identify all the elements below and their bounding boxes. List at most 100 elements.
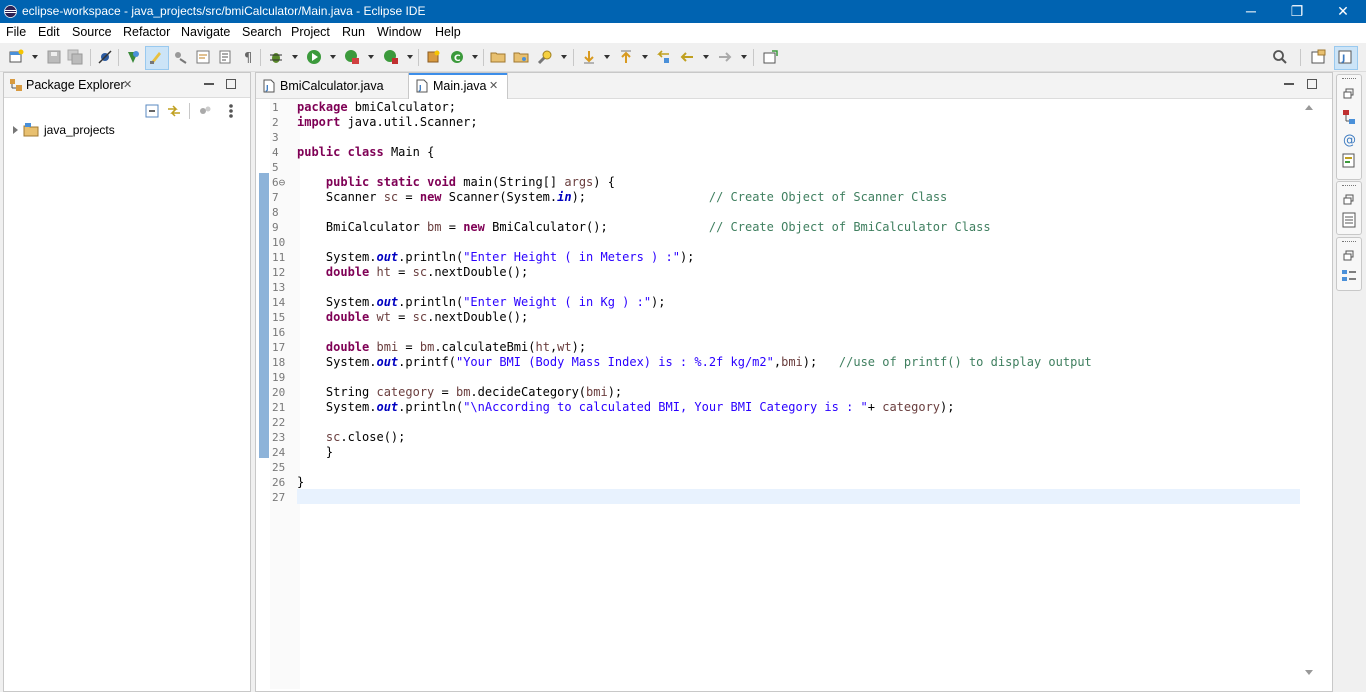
focus-on-active-task-icon[interactable] xyxy=(198,104,212,118)
search-dropdown-icon[interactable] xyxy=(561,55,567,59)
menu-source[interactable]: Source xyxy=(72,25,112,39)
expand-chevron-icon[interactable] xyxy=(13,126,18,134)
run-dropdown-icon[interactable] xyxy=(330,55,336,59)
new-java-class-icon[interactable]: C xyxy=(449,49,465,65)
save-all-icon[interactable] xyxy=(67,49,83,65)
line-number: 4 xyxy=(272,146,279,159)
debug-dropdown-icon[interactable] xyxy=(292,55,298,59)
pe-maximize-icon[interactable] xyxy=(226,79,236,89)
tab-main-java[interactable]: J Main.java ✕ xyxy=(408,73,508,99)
code-token: main(String[] xyxy=(456,175,565,189)
hierarchy-icon[interactable] xyxy=(1341,109,1357,125)
back-dropdown-icon[interactable] xyxy=(703,55,709,59)
code-token: bm xyxy=(419,340,435,354)
scroll-up-icon[interactable] xyxy=(1305,105,1313,110)
package-explorer-close-icon[interactable]: ✕ xyxy=(123,78,132,91)
code-token: package xyxy=(297,100,348,114)
open-perspective-icon[interactable] xyxy=(1310,49,1326,65)
run-icon[interactable] xyxy=(306,49,322,65)
code-line: System.out.println("Enter Height ( in Me… xyxy=(297,250,695,265)
debug-icon[interactable] xyxy=(268,49,284,65)
open-type-icon[interactable] xyxy=(125,49,141,65)
restore-button[interactable]: ❐ xyxy=(1274,0,1320,23)
link-with-editor-icon[interactable] xyxy=(167,104,181,118)
code-token: String xyxy=(297,385,377,399)
previous-annotation-icon[interactable] xyxy=(618,49,634,65)
back-icon[interactable] xyxy=(679,49,695,65)
menu-window[interactable]: Window xyxy=(377,25,421,39)
java-file-icon: J xyxy=(263,79,275,93)
menu-refactor[interactable]: Refactor xyxy=(123,25,170,39)
coverage-dropdown-icon[interactable] xyxy=(368,55,374,59)
search-flashlight-icon[interactable] xyxy=(537,49,553,65)
new-class-dropdown-icon[interactable] xyxy=(472,55,478,59)
show-whitespace-icon[interactable] xyxy=(217,49,233,65)
line-number: 21 xyxy=(272,401,286,414)
pe-minimize-icon[interactable] xyxy=(204,83,214,85)
code-line: BmiCalculator bm = new BmiCalculator(); … xyxy=(297,220,991,235)
javadoc-icon[interactable]: @ xyxy=(1341,131,1357,147)
previous-annotation-dropdown-icon[interactable] xyxy=(642,55,648,59)
task-list-icon[interactable] xyxy=(1341,268,1357,284)
code-editor[interactable]: package bmiCalculator; import java.util.S… xyxy=(256,99,1330,691)
open-folder-icon[interactable] xyxy=(490,49,506,65)
menu-run[interactable]: Run xyxy=(342,25,365,39)
forward-icon[interactable] xyxy=(717,49,733,65)
editor-maximize-icon[interactable] xyxy=(1307,79,1317,89)
declaration-icon[interactable] xyxy=(1341,153,1357,169)
code-token: out xyxy=(376,400,399,414)
tree-item-java-projects[interactable]: java_projects xyxy=(4,121,250,139)
pilcrow-icon[interactable]: ¶ xyxy=(240,49,256,65)
collapse-all-icon[interactable] xyxy=(145,104,159,118)
line-number: 19 xyxy=(272,371,286,384)
open-task-icon[interactable] xyxy=(513,49,529,65)
editor-minimize-icon[interactable] xyxy=(1284,83,1294,85)
tab-bmicalculator-java[interactable]: J BmiCalculator.java xyxy=(256,73,406,98)
code-token: = xyxy=(398,340,420,354)
scroll-down-icon[interactable] xyxy=(1305,670,1313,675)
menu-navigate[interactable]: Navigate xyxy=(181,25,230,39)
svg-text:C: C xyxy=(454,54,461,64)
close-window-button[interactable]: ✕ xyxy=(1320,0,1366,23)
line-number: 1 xyxy=(272,101,279,114)
code-token: Scanner(System. xyxy=(441,190,558,204)
menu-search[interactable]: Search xyxy=(242,25,282,39)
coverage-icon[interactable] xyxy=(344,49,360,65)
minimize-button[interactable]: ─ xyxy=(1228,0,1274,23)
next-annotation-dropdown-icon[interactable] xyxy=(604,55,610,59)
menu-file[interactable]: File xyxy=(6,25,26,39)
svg-text:@: @ xyxy=(1343,133,1356,147)
skip-breakpoints-icon[interactable] xyxy=(97,49,113,65)
line-number: 3 xyxy=(272,131,279,144)
view-menu-icon[interactable] xyxy=(228,103,234,119)
external-tools-icon[interactable] xyxy=(383,49,399,65)
toggle-block-selection-icon[interactable] xyxy=(172,49,188,65)
code-token: .calculateBmi( xyxy=(434,340,536,354)
new-icon[interactable] xyxy=(8,49,24,65)
external-tools-dropdown-icon[interactable] xyxy=(407,55,413,59)
forward-dropdown-icon[interactable] xyxy=(741,55,747,59)
outline-icon[interactable] xyxy=(1341,212,1357,228)
restore-stack-icon[interactable] xyxy=(1342,250,1356,262)
search-icon[interactable] xyxy=(1272,49,1288,65)
restore-stack-icon[interactable] xyxy=(1342,88,1356,100)
toggle-word-wrap-icon[interactable] xyxy=(195,49,211,65)
new-dropdown-icon[interactable] xyxy=(32,55,38,59)
menu-edit[interactable]: Edit xyxy=(38,25,60,39)
editor-tabs: J BmiCalculator.java J Main.java ✕ xyxy=(256,73,1332,99)
line-number: 10 xyxy=(272,236,286,249)
new-java-package-icon[interactable] xyxy=(425,49,441,65)
pin-editor-icon[interactable] xyxy=(762,49,778,65)
line-number: 25 xyxy=(272,461,286,474)
last-edit-location-icon[interactable] xyxy=(655,49,671,65)
vertical-scrollbar[interactable] xyxy=(1301,99,1317,689)
code-token: = xyxy=(398,190,420,204)
tab-close-icon[interactable]: ✕ xyxy=(489,79,498,92)
menu-project[interactable]: Project xyxy=(291,25,330,39)
save-icon[interactable] xyxy=(46,49,62,65)
next-annotation-icon[interactable] xyxy=(581,49,597,65)
restore-stack-icon[interactable] xyxy=(1342,194,1356,206)
package-explorer-tab[interactable]: Package Explorer ✕ xyxy=(4,73,250,98)
menu-help[interactable]: Help xyxy=(435,25,461,39)
